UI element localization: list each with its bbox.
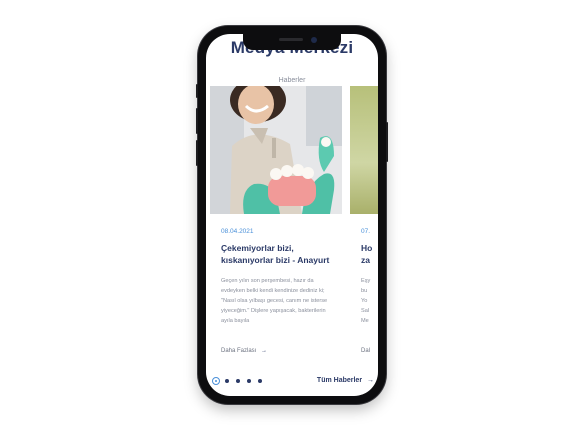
power-button bbox=[386, 122, 388, 162]
news-headline-next-line: za bbox=[361, 255, 370, 265]
pagination-dot[interactable] bbox=[258, 379, 262, 383]
excerpt-line: Yo bbox=[361, 298, 368, 304]
excerpt-line: Eşy bbox=[361, 278, 371, 284]
news-card[interactable]: 08.04.2021 Çekemiyorlar bizi, kıskanıyor… bbox=[210, 86, 342, 356]
phone-screen: Medya Merkezi Haberler bbox=[206, 34, 378, 396]
excerpt-line: Sal bbox=[361, 308, 370, 314]
pagination-dot[interactable] bbox=[236, 379, 240, 383]
news-excerpt: Geçen yılın son perşembesi, hazır da evd… bbox=[221, 278, 328, 324]
news-headline-next-line: Ho bbox=[361, 243, 373, 253]
volume-up-button bbox=[196, 108, 198, 134]
read-more-link-next[interactable]: Dal bbox=[361, 348, 370, 354]
notch bbox=[243, 34, 341, 50]
pagination-dot[interactable] bbox=[247, 379, 251, 383]
pagination-dot-active[interactable] bbox=[212, 377, 220, 385]
read-more-label: Daha Fazlası bbox=[221, 348, 257, 354]
all-news-label: Tüm Haberler bbox=[316, 377, 363, 384]
pagination-dot[interactable] bbox=[225, 379, 229, 383]
dentist-photo bbox=[210, 86, 342, 214]
news-card-next-image[interactable] bbox=[350, 86, 378, 214]
news-date: 08.04.2021 bbox=[221, 228, 254, 235]
phone-frame: Medya Merkezi Haberler bbox=[196, 26, 388, 404]
news-excerpt-next: Eşy bu Yo Sal Me bbox=[361, 276, 370, 326]
news-card-next[interactable]: 07. Ho za Eşy bu Yo Sal Me Dal bbox=[350, 86, 378, 356]
silent-switch bbox=[196, 84, 198, 98]
front-camera bbox=[311, 37, 317, 43]
section-subtitle: Haberler bbox=[278, 77, 306, 84]
news-headline-next[interactable]: Ho za bbox=[361, 242, 372, 266]
excerpt-line: bu bbox=[361, 288, 368, 294]
read-more-link[interactable]: Daha Fazlası → bbox=[221, 348, 267, 354]
news-date-next: 07. bbox=[361, 228, 371, 235]
arrow-right-icon: → bbox=[367, 377, 374, 384]
news-card-image[interactable] bbox=[210, 86, 342, 214]
excerpt-line: Me bbox=[361, 318, 369, 324]
news-headline[interactable]: Çekemiyorlar bizi, kıskanıyorlar bizi - … bbox=[221, 242, 337, 266]
all-news-link[interactable]: Tüm Haberler → bbox=[317, 377, 374, 384]
speaker-grille bbox=[279, 38, 303, 41]
arrow-right-icon: → bbox=[261, 348, 268, 354]
volume-down-button bbox=[196, 140, 198, 166]
